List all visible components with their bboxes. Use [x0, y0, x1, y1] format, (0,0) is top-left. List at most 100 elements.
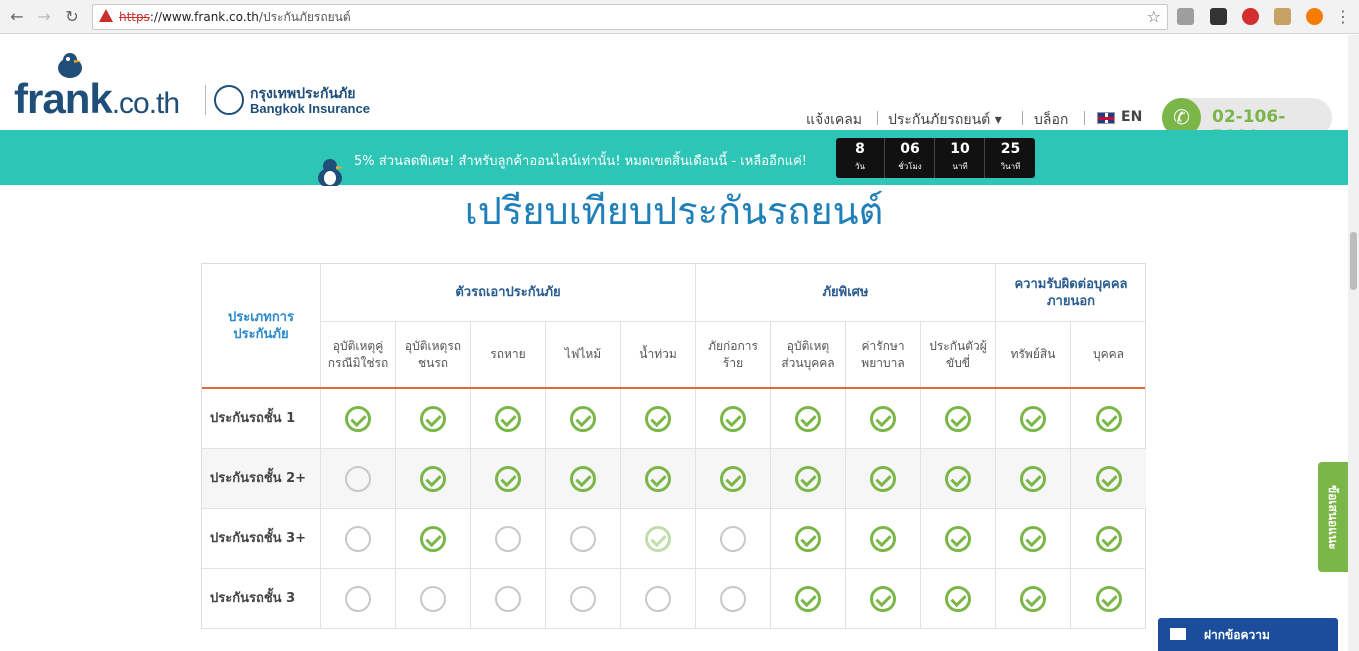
menu-blog[interactable]: บล็อก — [1034, 109, 1068, 131]
timer-value: 06 — [900, 141, 920, 157]
back-icon[interactable]: ← — [6, 6, 28, 28]
empty-circle-icon — [495, 585, 521, 612]
address-bar[interactable]: https://www.frank.co.th/ประกันภัยรถยนต์ … — [92, 4, 1168, 30]
check-circle-icon — [570, 465, 596, 492]
leave-message-label: ฝากข้อความ — [1204, 628, 1270, 642]
column-header: ค่ารักษาพยาบาล — [846, 322, 921, 388]
group-special: ภัยพิเศษ — [696, 264, 996, 322]
coverage-cell — [846, 389, 921, 449]
page-title: เปรียบเทียบประกันรถยนต์ — [464, 189, 884, 233]
timer-days: 8 วัน — [836, 138, 885, 178]
row-label: ประกันรถชั้น 1 — [202, 389, 321, 449]
insurance-type-header: ประเภทการประกันภัย — [202, 264, 321, 388]
coverage-cell — [471, 509, 546, 569]
column-header: บุคคล — [1071, 322, 1146, 388]
check-circle-icon — [795, 525, 821, 552]
coverage-cell — [846, 449, 921, 509]
reload-icon[interactable]: ↻ — [61, 6, 83, 28]
extension-icon-4[interactable] — [1274, 8, 1291, 25]
coverage-cell — [846, 509, 921, 569]
check-circle-icon — [720, 405, 746, 432]
coverage-cell — [546, 509, 621, 569]
coverage-cell — [696, 509, 771, 569]
empty-circle-icon — [345, 465, 371, 492]
timer-value: 25 — [1000, 141, 1021, 157]
logo-divider — [205, 85, 206, 115]
url-domain: ://www.frank.co.th — [149, 10, 259, 24]
coverage-cell — [921, 389, 996, 449]
menu-claim[interactable]: แจ้งเคลม — [806, 109, 862, 131]
empty-circle-icon — [345, 525, 371, 552]
coverage-cell — [696, 389, 771, 449]
coverage-cell — [921, 569, 996, 629]
check-circle-icon — [870, 585, 896, 612]
check-circle-icon — [1095, 525, 1122, 552]
bookmark-star-icon[interactable]: ☆ — [1147, 5, 1161, 29]
check-circle-icon — [870, 405, 896, 432]
extension-icon-2[interactable] — [1210, 8, 1227, 25]
timer-seconds: 25 วินาที — [986, 138, 1035, 178]
promo-banner: 5% ส่วนลดพิเศษ! สำหรับลูกค้าออนไลน์เท่าน… — [0, 130, 1348, 186]
coverage-cell — [1071, 569, 1146, 629]
menu-car-insurance[interactable]: ประกันภัยรถยนต์ ▾ — [888, 109, 1002, 131]
column-header: อุบัติเหตุคู่กรณีมิใช่รถ — [321, 322, 396, 388]
language-switch[interactable]: EN — [1121, 109, 1142, 125]
coverage-cell — [1071, 389, 1146, 449]
timer-label: วัน — [855, 162, 865, 171]
check-circle-icon — [795, 585, 821, 612]
coverage-cell — [771, 449, 846, 509]
coverage-cell — [471, 389, 546, 449]
url-scheme: https — [119, 10, 150, 24]
coverage-cell — [546, 569, 621, 629]
group-liability: ความรับผิดต่อบุคคลภายนอก — [996, 264, 1146, 322]
column-header: อุบัติเหตุรถชนรถ — [396, 322, 471, 388]
column-header: ประกันตัวผู้ขับขี่ — [921, 322, 996, 388]
alert-extension-icon[interactable] — [1306, 8, 1323, 25]
scrollbar-thumb[interactable] — [1350, 232, 1357, 290]
column-header: ภัยก่อการร้าย — [696, 322, 771, 388]
check-circle-icon — [1095, 465, 1122, 492]
menu-divider — [1022, 111, 1023, 125]
forward-icon[interactable]: → — [33, 6, 55, 28]
check-circle-icon — [945, 525, 971, 552]
coverage-cell — [621, 509, 696, 569]
coverage-cell — [921, 509, 996, 569]
browser-menu-icon[interactable]: ⋮ — [1332, 6, 1354, 28]
column-header: ทรัพย์สิน — [996, 322, 1071, 388]
check-circle-icon — [420, 525, 446, 552]
coverage-cell — [846, 569, 921, 629]
coverage-cell — [321, 449, 396, 509]
empty-circle-icon — [720, 525, 746, 552]
leave-message-bar[interactable]: ฝากข้อความ — [1158, 618, 1338, 651]
extension-icon-1[interactable] — [1177, 8, 1194, 25]
feedback-tab[interactable]: ข้อเสนอแนะ — [1318, 462, 1348, 572]
scrollbar[interactable] — [1348, 35, 1359, 651]
pinterest-icon[interactable] — [1242, 8, 1259, 25]
timer-value: 8 — [855, 141, 865, 157]
check-circle-icon — [945, 585, 971, 612]
coverage-cell — [621, 449, 696, 509]
bangkok-insurance-emblem-icon — [214, 85, 244, 115]
empty-circle-icon — [420, 585, 446, 612]
column-header: น้ำท่วม — [621, 322, 696, 388]
partner-name-en: Bangkok Insurance — [250, 101, 370, 116]
timer-minutes: 10 นาที — [936, 138, 985, 178]
frank-logo[interactable]: frank.co.th — [14, 75, 180, 123]
check-circle-icon — [795, 405, 821, 432]
countdown-timer: 8 วัน 06 ชั่วโมง 10 นาที 25 วินาที — [836, 138, 1035, 178]
bangkok-insurance-logo: กรุงเทพประกันภัย Bangkok Insurance — [214, 83, 374, 119]
group-vehicle: ตัวรถเอาประกันภัย — [321, 264, 696, 322]
coverage-cell — [921, 449, 996, 509]
check-circle-icon — [945, 405, 971, 432]
coverage-cell — [696, 449, 771, 509]
menu-divider — [877, 111, 878, 125]
uk-flag-icon[interactable] — [1097, 112, 1115, 124]
coverage-cell — [771, 389, 846, 449]
check-circle-icon — [720, 465, 746, 492]
coverage-cell — [696, 569, 771, 629]
check-circle-icon — [1020, 465, 1046, 492]
column-header: รถหาย — [471, 322, 546, 388]
menu-divider — [1084, 111, 1085, 125]
timer-label: วินาที — [1000, 162, 1021, 171]
empty-circle-icon — [570, 525, 596, 552]
